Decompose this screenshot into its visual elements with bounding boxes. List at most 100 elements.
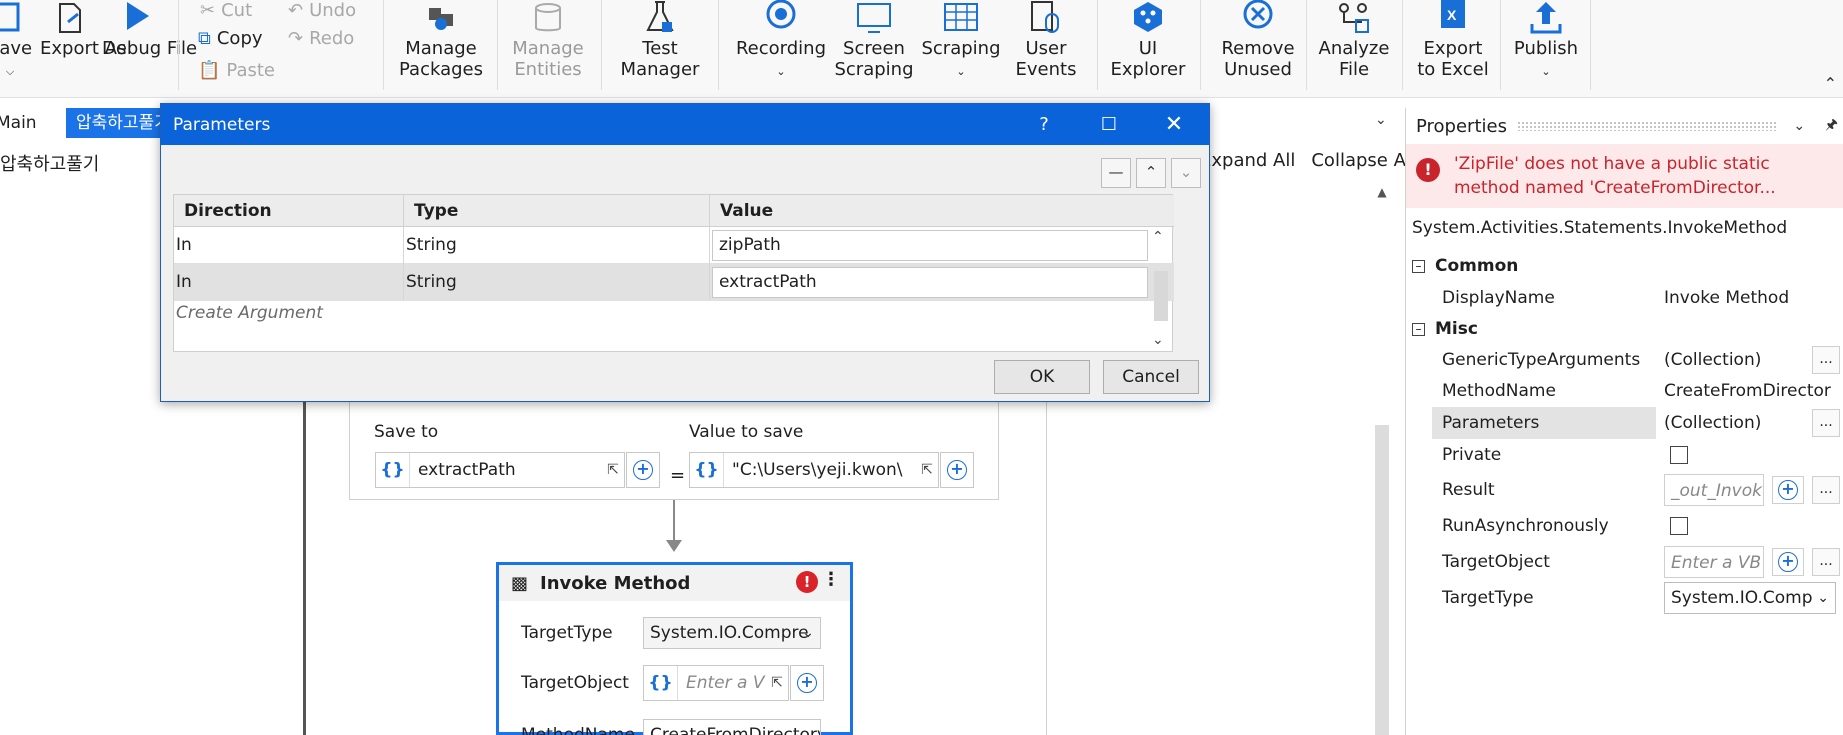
export-as-button[interactable]: Export As: [40, 0, 126, 59]
scraping-button[interactable]: Scraping ⌄: [920, 0, 1002, 82]
scroll-down-icon[interactable]: ⌄: [1152, 332, 1164, 348]
close-icon[interactable]: ✕: [1146, 104, 1202, 145]
prop-value-input[interactable]: _out_Invok: [1664, 474, 1764, 506]
prop-value[interactable]: Invoke Method: [1664, 282, 1843, 314]
tab-main[interactable]: Main: [0, 108, 47, 138]
remove-argument-button[interactable]: —: [1101, 158, 1131, 188]
expand-all-link[interactable]: Expand All: [1200, 150, 1295, 171]
result-plus-button[interactable]: +: [1772, 476, 1804, 504]
ui-explorer-button[interactable]: UI Explorer: [1108, 0, 1188, 80]
cell-value[interactable]: zipPath: [712, 230, 1148, 261]
move-up-button[interactable]: ⌃: [1136, 158, 1166, 188]
cell-value[interactable]: extractPath: [712, 267, 1148, 298]
export-to-excel-button[interactable]: X Export to Excel: [1410, 0, 1496, 80]
invoke-method-activity[interactable]: ▩ Invoke Method ! ⋮ TargetType System.IO…: [496, 562, 853, 735]
ellipsis-button[interactable]: ...: [1812, 409, 1840, 437]
cell-type[interactable]: String: [404, 227, 710, 264]
breadcrumb[interactable]: 압축하고풀기: [0, 150, 99, 176]
table-row[interactable]: In String zipPath: [174, 227, 1174, 264]
expand-editor-icon[interactable]: ⇱: [766, 675, 788, 691]
target-type-select[interactable]: System.IO.Comp ⌄: [1664, 582, 1836, 614]
expand-collapse-links: Expand All Collapse All: [1200, 150, 1432, 171]
table-row[interactable]: In String extractPath: [174, 264, 1174, 301]
expand-editor-icon[interactable]: ⇱: [916, 462, 938, 478]
cut-button[interactable]: ✂ Cut: [200, 0, 252, 21]
collapse-icon[interactable]: –: [1412, 259, 1425, 273]
value-to-save-field[interactable]: {} "C:\Users\yeji.kwon\ ⇱: [689, 452, 939, 488]
help-button[interactable]: ?: [1016, 104, 1072, 145]
pin-icon[interactable]: 🖈: [1820, 114, 1843, 138]
cell-direction[interactable]: In: [174, 227, 404, 264]
scroll-up-icon[interactable]: ⌃: [1152, 229, 1164, 245]
record-icon: [766, 0, 796, 29]
cancel-button[interactable]: Cancel: [1103, 360, 1199, 394]
col-type[interactable]: Type: [404, 195, 710, 227]
target-object-plus-button[interactable]: +: [1772, 548, 1804, 576]
prop-row-method-name[interactable]: MethodName CreateFromDirector: [1432, 375, 1843, 407]
copy-button[interactable]: ⧉ Copy: [198, 28, 263, 49]
tab-list-chevron-down-icon[interactable]: ⌄: [1375, 112, 1387, 128]
save-to-field[interactable]: {} extractPath ⇱: [375, 452, 625, 488]
save-button[interactable]: Save ⌵: [0, 0, 38, 82]
prop-row-target-type[interactable]: TargetType System.IO.Comp ⌄: [1432, 582, 1843, 614]
manage-entities-button[interactable]: Manage Entities: [504, 0, 592, 80]
error-icon[interactable]: !: [796, 571, 818, 593]
run-async-checkbox[interactable]: [1670, 517, 1688, 535]
ellipsis-button[interactable]: ...: [1812, 548, 1840, 576]
paste-button[interactable]: 📋 Paste: [198, 60, 275, 81]
prop-row-target-object[interactable]: TargetObject Enter a VB + ...: [1432, 546, 1843, 578]
col-direction[interactable]: Direction: [174, 195, 404, 227]
grid-vertical-scrollbar[interactable]: ⌃ ⌄: [1150, 227, 1172, 352]
scrollbar-thumb[interactable]: [1375, 425, 1389, 735]
publish-button[interactable]: Publish ⌄: [1506, 0, 1586, 82]
category-misc[interactable]: – Misc: [1412, 319, 1478, 339]
chevron-down-icon: ⌄: [776, 65, 786, 78]
save-to-plus-button[interactable]: +: [626, 452, 660, 488]
ellipsis-button[interactable]: ...: [1812, 346, 1840, 374]
ok-button[interactable]: OK: [994, 360, 1090, 394]
test-manager-button[interactable]: Test Manager: [612, 0, 708, 80]
ellipsis-button[interactable]: ...: [1812, 476, 1840, 504]
create-argument-row[interactable]: Create Argument: [176, 303, 323, 323]
prop-value-input[interactable]: Enter a VB: [1664, 546, 1764, 578]
expand-editor-icon[interactable]: ⇱: [602, 462, 624, 478]
col-value[interactable]: Value: [710, 195, 1150, 227]
panel-grip[interactable]: [1516, 121, 1779, 131]
target-type-combo[interactable]: System.IO.Compre ⌄: [643, 617, 821, 649]
collapse-all-link[interactable]: Collapse All: [1311, 150, 1416, 171]
cell-direction[interactable]: In: [174, 264, 404, 301]
panel-options-chevron-down-icon[interactable]: ⌄: [1788, 118, 1810, 134]
undo-button[interactable]: ↶ Undo: [288, 0, 356, 21]
category-common[interactable]: – Common: [1412, 256, 1518, 276]
target-object-plus-button[interactable]: +: [790, 665, 824, 701]
method-name-field[interactable]: CreateFromDirectory: [643, 719, 821, 735]
value-to-save-plus-button[interactable]: +: [940, 452, 974, 488]
collapse-icon[interactable]: –: [1412, 322, 1425, 336]
maximize-icon[interactable]: ☐: [1081, 104, 1137, 145]
recording-button[interactable]: Recording ⌄: [734, 0, 828, 82]
analyze-file-button[interactable]: Analyze File: [1314, 0, 1394, 80]
dialog-title-bar[interactable]: Parameters ? ☐ ✕: [161, 104, 1209, 145]
redo-button[interactable]: ↷ Redo: [288, 28, 354, 49]
prop-row-generic-type-arguments[interactable]: GenericTypeArguments (Collection) ...: [1432, 344, 1843, 376]
prop-row-run-asynchronously[interactable]: RunAsynchronously: [1432, 510, 1843, 542]
prop-row-display-name[interactable]: DisplayName Invoke Method: [1432, 282, 1843, 314]
screen-scraping-button[interactable]: Screen Scraping: [834, 0, 914, 80]
cell-type[interactable]: String: [404, 264, 710, 301]
kebab-menu-icon[interactable]: ⋮: [822, 569, 840, 590]
prop-row-parameters[interactable]: Parameters (Collection) ...: [1432, 407, 1843, 439]
scroll-up-icon[interactable]: ▲: [1375, 185, 1389, 199]
prop-value[interactable]: CreateFromDirector: [1664, 375, 1843, 407]
prop-row-private[interactable]: Private: [1432, 439, 1843, 471]
manage-packages-button[interactable]: Manage Packages: [396, 0, 486, 80]
canvas-vertical-scrollbar[interactable]: ▲: [1375, 185, 1389, 735]
target-object-field[interactable]: {} Enter a V ⇱: [643, 665, 789, 701]
private-checkbox[interactable]: [1670, 446, 1688, 464]
move-down-button[interactable]: ⌄: [1171, 158, 1201, 188]
prop-row-result[interactable]: Result _out_Invok + ...: [1432, 474, 1843, 506]
debug-file-button[interactable]: Debug File: [102, 0, 197, 59]
remove-unused-button[interactable]: Remove Unused: [1208, 0, 1308, 80]
scrollbar-thumb[interactable]: [1154, 271, 1168, 321]
collapse-ribbon-chevron-up-icon[interactable]: ⌃: [1824, 74, 1837, 93]
user-events-button[interactable]: User Events: [1008, 0, 1084, 80]
